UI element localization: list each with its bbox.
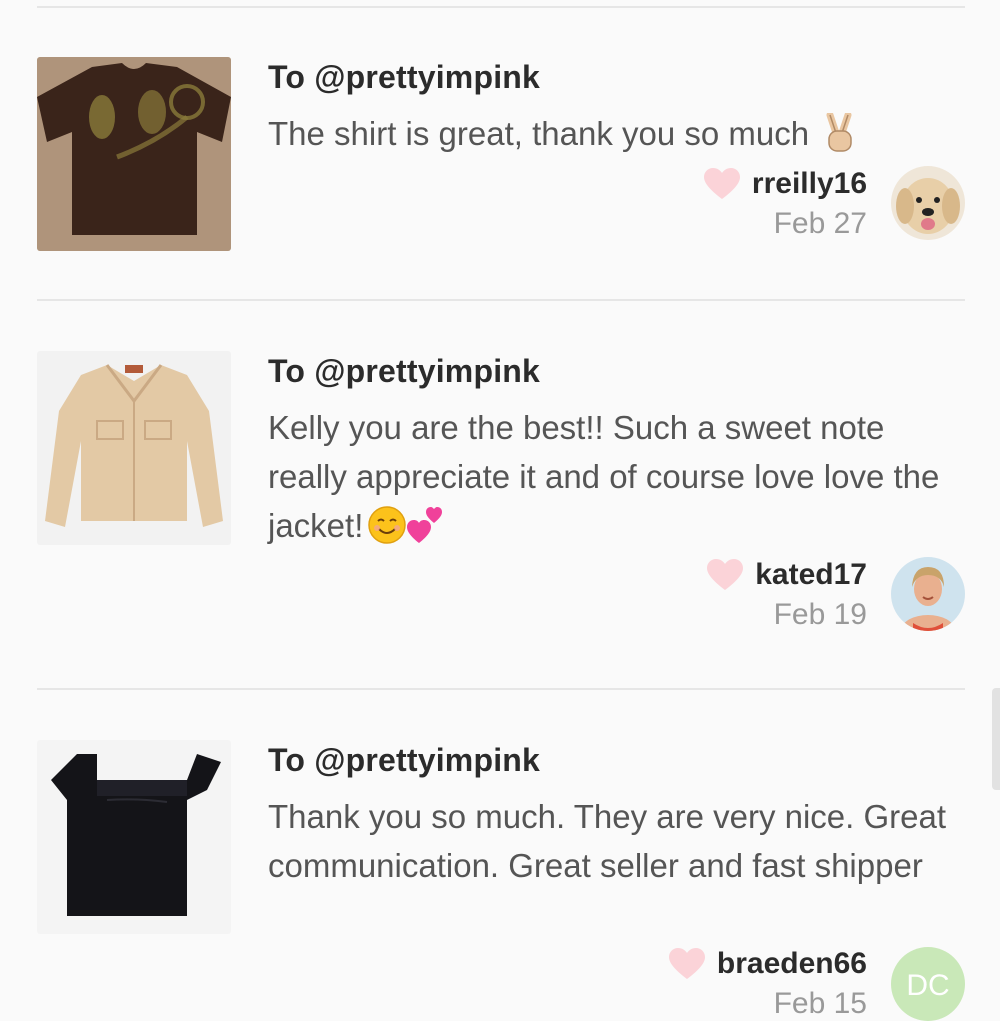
review-divider — [37, 688, 965, 690]
avatar-initials: DC — [906, 969, 950, 1002]
jacket-photo[interactable] — [37, 351, 231, 545]
review-meta: rreilly16 Feb 27 — [703, 167, 867, 241]
review-item: To @prettyimpink The shirt is great, tha… — [0, 57, 1000, 257]
review-recipient[interactable]: To @prettyimpink — [268, 59, 540, 96]
dog-avatar[interactable] — [891, 166, 965, 240]
victory-hand-emoji-icon — [822, 111, 858, 166]
scrollbar[interactable] — [992, 688, 1000, 790]
review-item: To @prettyimpink Thank you so much. They… — [0, 740, 1000, 1021]
heart-icon[interactable] — [707, 559, 744, 591]
review-message: The shirt is great, thank you so much — [268, 109, 968, 166]
review-recipient[interactable]: To @prettyimpink — [268, 353, 540, 390]
review-date: Feb 27 — [773, 207, 867, 240]
smiling-face-emoji-icon — [367, 505, 407, 558]
tshirt-photo[interactable] — [37, 57, 231, 251]
review-item: To @prettyimpink Kelly you are the best!… — [0, 351, 1000, 641]
review-meta: kated17 Feb 19 — [707, 558, 867, 632]
reviewer-username[interactable]: braeden66 — [717, 947, 867, 981]
review-meta: braeden66 Feb 15 — [668, 947, 867, 1021]
woman-avatar[interactable] — [891, 557, 965, 631]
review-date: Feb 15 — [773, 987, 867, 1020]
review-date: Feb 19 — [773, 598, 867, 631]
review-divider — [37, 299, 965, 301]
reviewer-username[interactable]: rreilly16 — [752, 167, 867, 201]
review-message-text: Thank you so much. They are very nice. G… — [268, 798, 947, 884]
heart-icon[interactable] — [703, 168, 740, 200]
review-message: Kelly you are the best!! Such a sweet no… — [268, 403, 968, 558]
pants-photo[interactable] — [37, 740, 231, 934]
review-message: Thank you so much. They are very nice. G… — [268, 792, 968, 890]
review-recipient[interactable]: To @prettyimpink — [268, 742, 540, 779]
initials-avatar[interactable]: DC — [891, 947, 965, 1021]
two-hearts-emoji-icon — [407, 505, 443, 558]
review-message-text: The shirt is great, thank you so much — [268, 115, 810, 152]
heart-icon[interactable] — [668, 948, 705, 980]
reviewer-username[interactable]: kated17 — [755, 558, 867, 592]
top-divider — [37, 6, 965, 8]
